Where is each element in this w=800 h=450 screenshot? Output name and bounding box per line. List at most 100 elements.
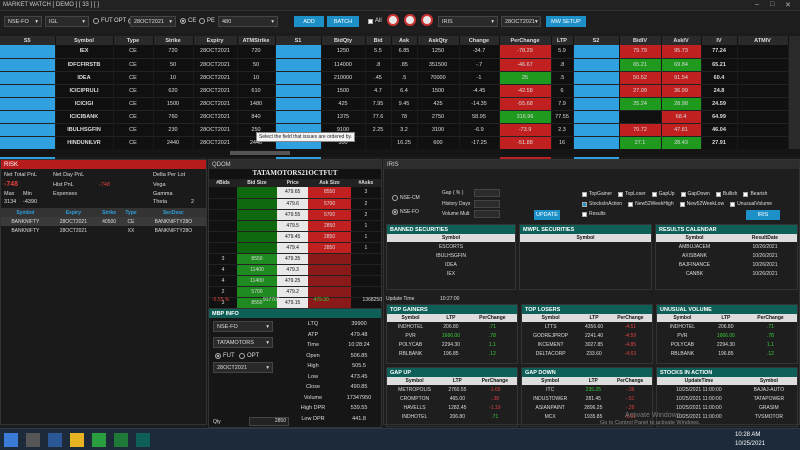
trading-app-icon[interactable] — [136, 433, 150, 447]
iris-select[interactable]: IRIS ▾ — [438, 16, 498, 27]
losers-row[interactable]: IKCEMENT 3027.85 -4.85 — [522, 340, 652, 349]
gainers-row[interactable]: INDHOTEL 206.80 .71 — [387, 322, 517, 331]
unusual-row[interactable]: INDHOTEL 206.80 .71 — [657, 322, 797, 331]
column-header[interactable]: AskIV — [661, 36, 702, 45]
horizontal-scrollbar[interactable] — [0, 149, 800, 157]
qdom-row[interactable]: 479.45 2850 1 — [209, 231, 381, 243]
banned-row[interactable]: IBULHSGFIN — [387, 251, 515, 260]
iris-check-gapdown[interactable]: GapDown — [680, 191, 710, 197]
mbp-symbol-select[interactable]: TATAMOTORS ▾ — [213, 337, 273, 348]
column-header[interactable]: Change — [459, 36, 500, 45]
iris-check-gapup[interactable]: GapUp — [651, 191, 675, 197]
banned-row[interactable]: IEX — [387, 269, 515, 278]
gapdown-row[interactable]: ITC 235.25 -.36 — [522, 385, 652, 394]
banned-row[interactable]: ESCORTS — [387, 242, 515, 251]
iris-check-unusualvolume[interactable]: UnusualVolume — [730, 201, 772, 207]
iris-check-topgainer[interactable]: TopGainer — [582, 191, 612, 197]
expiry2-select[interactable]: 28OCT2021 ▾ — [501, 16, 541, 27]
pe-radio[interactable]: PE — [199, 18, 215, 24]
risk-column-header[interactable]: Type — [121, 208, 141, 217]
app-icon[interactable] — [114, 433, 128, 447]
results-row[interactable]: AXISBANK 10/26/2021 — [656, 251, 797, 260]
gapup-row[interactable]: CROMPTON 465.00 -.38 — [387, 394, 517, 403]
gapup-row[interactable]: HAVELLS 1282.45 -1.19 — [387, 403, 517, 412]
risk-column-header[interactable]: Strike — [97, 208, 121, 217]
update-button[interactable]: UPDATE — [534, 210, 560, 220]
table-row[interactable]: IDFCFIRSTB CE 50 28OCT2021 50 114000.8.85 3515… — [0, 58, 789, 72]
qdom-row[interactable]: 2 5700 479.2 — [209, 286, 381, 298]
mbp-opt-radio[interactable]: OPT — [239, 353, 259, 359]
stocks-row[interactable]: 10/25/2021 11:00:00 GRASIM — [657, 403, 797, 412]
column-header[interactable]: ATMStrike — [237, 36, 276, 45]
iris-check-new52weekhigh[interactable]: New52WeekHigh — [628, 201, 674, 207]
losers-row[interactable]: GODREJPROP 2241.40 -4.59 — [522, 331, 652, 340]
qdom-row[interactable]: 3 8550 479.35 — [209, 253, 381, 265]
results-row[interactable]: BAJFINANCE 10/26/2021 — [656, 260, 797, 269]
all-checkbox[interactable]: All — [368, 18, 382, 24]
qty-input[interactable]: 2850 — [249, 417, 289, 426]
column-header[interactable]: PerChange — [499, 36, 552, 45]
history-days-input[interactable] — [474, 200, 500, 208]
iris-check-results[interactable]: Results — [582, 211, 606, 217]
iris-check-new52weeklow[interactable]: New52WeekLow — [679, 201, 724, 207]
gapdown-row[interactable]: INDUSTOWER 281.45 -.51 — [522, 394, 652, 403]
iris-button[interactable]: IRIS — [746, 210, 780, 220]
mbp-exchange-select[interactable]: NSE-FO ▾ — [213, 321, 273, 332]
unusual-row[interactable]: PVR 1666.00 .78 — [657, 331, 797, 340]
mbp-expiry-select[interactable]: 28OCT2021 ▾ — [213, 362, 273, 373]
losers-row[interactable]: DELTACORP 233.60 -4.63 — [522, 349, 652, 358]
column-header[interactable]: ATMIV — [737, 36, 789, 45]
risk-column-header[interactable]: SecDesc — [141, 208, 206, 217]
qdom-row[interactable]: 479.65 8550 3 — [209, 187, 381, 199]
column-header[interactable]: AskQty — [417, 36, 460, 45]
volume-mult-input[interactable] — [474, 210, 500, 218]
column-header[interactable]: Strike — [153, 36, 194, 45]
qdom-row[interactable]: 479.55 5700 2 — [209, 209, 381, 221]
nse-fo-radio[interactable]: NSE-FO — [392, 209, 419, 215]
column-header[interactable]: BidQty — [321, 36, 366, 45]
iris-check-toploser[interactable]: TopLoser — [618, 191, 646, 197]
column-header[interactable]: Symbol — [55, 36, 114, 45]
mw-setup-button[interactable]: MW SETUP — [546, 16, 586, 27]
column-header[interactable]: BidIV — [619, 36, 662, 45]
risk-column-header[interactable]: Symbol — [1, 208, 50, 217]
expiry-select[interactable]: 28OCT2021 ▾ — [130, 16, 176, 27]
gainers-row[interactable]: POLYCAB 2294.30 1.1 — [387, 340, 517, 349]
table-row[interactable]: HINDUNILVR CE 2440 28OCT2021 2440 300 16.25 600… — [0, 136, 789, 150]
column-header[interactable]: S5 — [0, 36, 56, 45]
gainers-row[interactable]: PVR 1666.00 .78 — [387, 331, 517, 340]
column-header[interactable]: Type — [113, 36, 154, 45]
risk-row[interactable]: BANKNIFTY 28OCT2021 XX BANKNIFTY28O — [1, 226, 206, 235]
ce-radio[interactable]: CE — [180, 18, 196, 24]
nse-cm-radio[interactable]: NSE-CM — [392, 195, 420, 201]
iris-check-stocksinaction[interactable]: StocksInAction — [582, 201, 622, 207]
stocks-row[interactable]: 10/25/2021 11:00:00 BAJAJ-AUTO — [657, 385, 797, 394]
iris-check-bullish[interactable]: Bullish — [715, 191, 737, 197]
gapdown-row[interactable]: ASIANPAINT 2896.25 -.29 — [522, 403, 652, 412]
mbp-fut-radio[interactable]: FUT — [215, 353, 235, 359]
qdom-row[interactable]: 479.4 2850 1 — [209, 242, 381, 254]
column-header[interactable]: IV — [701, 36, 738, 45]
iris-check-bearish[interactable]: Bearish — [743, 191, 767, 197]
gapup-row[interactable]: METROPOLIS 2760.55 -1.65 — [387, 385, 517, 394]
table-row[interactable]: IBULHSGFIN CE 230 28OCT2021 250 9100 2.25 3.2 31… — [0, 123, 789, 137]
results-row[interactable]: AMBUJACEM 10/26/2021 — [656, 242, 797, 251]
alert-logo-icon[interactable] — [404, 14, 416, 26]
app-logo-icon[interactable] — [387, 14, 399, 26]
server-manager-icon[interactable] — [26, 433, 40, 447]
unusual-row[interactable]: RBLBANK 196.85 .12 — [657, 349, 797, 358]
gap-input[interactable] — [474, 189, 500, 197]
risk-row[interactable]: BANKNIFTY 28OCT2021 40500 CE BANKNIFTY28O — [1, 217, 206, 226]
qdom-row[interactable]: 479.5 2850 1 — [209, 220, 381, 232]
qdom-row[interactable]: 4 11400 479.25 — [209, 275, 381, 287]
add-button[interactable]: ADD — [294, 16, 324, 27]
table-row[interactable]: ICICIGI CE 1500 28OCT2021 1480 425 7.95 9.45 425… — [0, 97, 789, 111]
column-header[interactable]: S2 — [573, 36, 620, 45]
column-header[interactable]: Ask — [391, 36, 418, 45]
file-explorer-icon[interactable] — [70, 433, 84, 447]
table-row[interactable]: IEX CE 720 28OCT2021 720 1250 5.5 6.85 1250 -34.7… — [0, 45, 789, 59]
exchange-select[interactable]: NSE-FO ▾ — [4, 16, 42, 27]
table-row[interactable]: ICICIPRULI CE 620 28OCT2021 610 1500 4.7 6.4 150… — [0, 84, 789, 98]
gapup-row[interactable]: INDHOTEL 206.80 .71 — [387, 412, 517, 421]
table-row[interactable]: IDEA CE 10 28OCT2021 10 210000.45.5 70000 -1 25.… — [0, 71, 789, 85]
